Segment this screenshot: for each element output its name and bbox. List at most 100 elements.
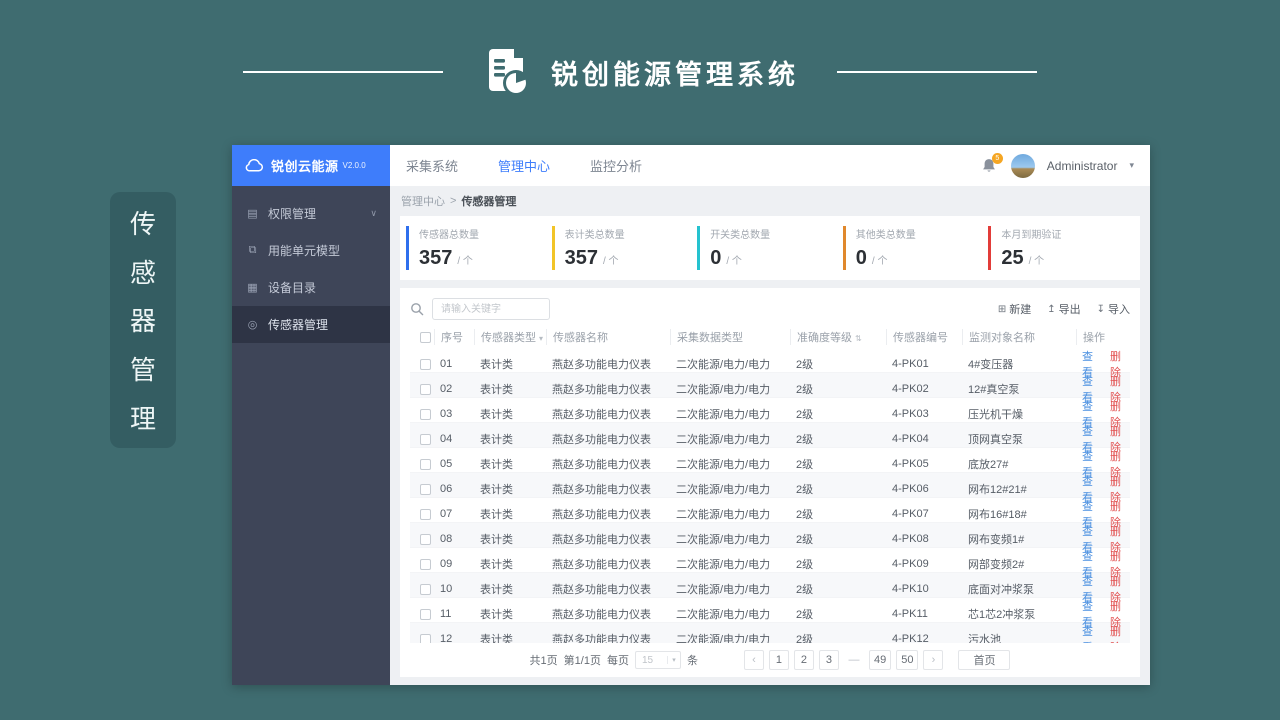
stats-panel: 传感器总数量 357 / 个 表计类总数量 357 / 个 开关类总数量 0 /… — [400, 216, 1140, 280]
column-header-2[interactable]: 传感器名称 — [546, 329, 670, 345]
column-header-0[interactable]: 序号 — [434, 329, 474, 345]
per-page-select[interactable]: 15 ▾ — [634, 651, 681, 669]
avatar[interactable] — [1010, 153, 1035, 178]
page-number-button[interactable]: 1 — [768, 650, 789, 670]
row-select-cell — [410, 533, 434, 545]
delete-link[interactable]: 删除 — [1110, 623, 1130, 643]
next-page-button[interactable]: › — [923, 650, 944, 670]
side-tag-char: 感 — [129, 257, 156, 288]
row-select-cell — [410, 358, 434, 370]
row-checkbox[interactable] — [419, 358, 431, 370]
cell-target-name: 底面对冲浆泵 — [968, 584, 1034, 596]
cell-sensor-name: 燕赵多功能电力仪表 — [552, 359, 651, 371]
stat-value: 357 — [564, 247, 598, 269]
import-button-label: 导入 — [1108, 304, 1130, 316]
sidebar: 锐创云能源 V2.0.0 ▤ 权限管理 ∨ ⧉ 用能单元模型 ∨ ▦ 设备目录 … — [232, 145, 390, 685]
stat-value: 0 — [710, 247, 722, 269]
cell-no: 06 — [440, 483, 453, 495]
row-checkbox[interactable] — [419, 433, 431, 445]
user-menu-chevron-down-icon[interactable]: ▾ — [1129, 160, 1134, 171]
username[interactable]: Administrator — [1047, 159, 1118, 173]
export-icon: ↥ — [1047, 303, 1056, 315]
sidebar-item-1[interactable]: ⧉ 用能单元模型 ∨ — [232, 232, 390, 269]
row-select-cell — [410, 633, 434, 643]
cloud-icon — [245, 158, 264, 172]
side-tag-char: 管 — [129, 355, 156, 386]
device-catalog-icon: ▦ — [247, 282, 258, 294]
cell-sensor-type: 表计类 — [480, 459, 513, 471]
sort-icon[interactable]: ⇅ — [855, 334, 862, 343]
new-button[interactable]: ⊞ 新建 — [998, 301, 1031, 317]
cell-data-type: 二次能源/电力/电力 — [676, 484, 771, 496]
page-number-button[interactable]: 50 — [896, 650, 919, 670]
page-number-button[interactable]: 2 — [793, 650, 814, 670]
cell-target-name: 网布16#18# — [968, 509, 1027, 521]
table-row: 01 表计类 燕赵多功能电力仪表 二次能源/电力/电力 2级 4-PK01 4#… — [410, 348, 1130, 379]
toolbar-buttons: ⊞ 新建 ↥ 导出 ↧ 导入 — [998, 301, 1130, 317]
search-box — [410, 298, 550, 320]
row-select-cell — [410, 608, 434, 620]
row-checkbox[interactable] — [419, 583, 431, 595]
column-header-1[interactable]: 传感器类型 ▾ — [474, 329, 546, 345]
column-header-3[interactable]: 采集数据类型 — [670, 329, 790, 345]
sidebar-item-3[interactable]: ◎ 传感器管理 ∨ — [232, 306, 390, 343]
row-checkbox[interactable] — [419, 558, 431, 570]
sidebar-item-label: 用能单元模型 — [268, 244, 341, 258]
stat-label: 其他类总数量 — [855, 230, 916, 241]
column-header-6[interactable]: 监测对象名称 — [962, 329, 1076, 345]
cell-accuracy: 2级 — [796, 459, 814, 471]
row-checkbox[interactable] — [419, 608, 431, 620]
row-select-cell — [410, 508, 434, 520]
notification-bell-icon[interactable]: 5 — [981, 152, 1003, 175]
cell-data-type: 二次能源/电力/电力 — [676, 534, 771, 546]
column-header-7[interactable]: 操作 — [1076, 329, 1130, 345]
column-header-5[interactable]: 传感器编号 — [886, 329, 962, 345]
row-checkbox[interactable] — [419, 508, 431, 520]
pagination: 共1页 第1/1页 每页 15 ▾ 条 ‹ 1 2 3—49 50 › 首页 — [410, 650, 1130, 670]
cell-sensor-name: 燕赵多功能电力仪表 — [552, 434, 651, 446]
view-link[interactable]: 查看 — [1082, 623, 1102, 643]
column-header-4[interactable]: 准确度等级 ⇅ — [790, 329, 886, 345]
sidebar-item-2[interactable]: ▦ 设备目录 ∨ — [232, 269, 390, 306]
column-header-label: 序号 — [441, 332, 463, 344]
table-row: 03 表计类 燕赵多功能电力仪表 二次能源/电力/电力 2级 4-PK03 压光… — [410, 398, 1130, 429]
sidebar-item-0[interactable]: ▤ 权限管理 ∨ — [232, 195, 390, 232]
home-page-button[interactable]: 首页 — [958, 650, 1011, 670]
row-checkbox[interactable] — [419, 383, 431, 395]
cell-accuracy: 2级 — [796, 409, 814, 421]
breadcrumb-separator: > — [450, 195, 457, 207]
select-all-checkbox[interactable] — [419, 331, 431, 343]
banner-title: 锐创能源管理系统 — [551, 59, 799, 90]
cell-sensor-name: 燕赵多功能电力仪表 — [552, 609, 651, 621]
cell-accuracy: 2级 — [796, 509, 814, 521]
table-row: 11 表计类 燕赵多功能电力仪表 二次能源/电力/电力 2级 4-PK11 芯1… — [410, 598, 1130, 629]
page-number-button[interactable]: 3 — [818, 650, 839, 670]
row-checkbox[interactable] — [419, 458, 431, 470]
tab-1[interactable]: 管理中心 — [498, 156, 550, 175]
import-button[interactable]: ↧ 导入 — [1097, 301, 1130, 317]
sidebar-item-label: 权限管理 — [268, 207, 317, 221]
tab-2[interactable]: 监控分析 — [590, 156, 642, 175]
row-checkbox[interactable] — [419, 408, 431, 420]
row-checkbox[interactable] — [419, 633, 431, 643]
topnav: 采集系统 管理中心 监控分析 5 Administrator ▾ — [390, 145, 1150, 186]
stat-label: 表计类总数量 — [564, 230, 625, 241]
cell-data-type: 二次能源/电力/电力 — [676, 359, 771, 371]
cell-sensor-code: 4-PK07 — [892, 508, 929, 520]
tab-0[interactable]: 采集系统 — [406, 156, 458, 175]
search-input[interactable] — [432, 298, 550, 320]
cell-data-type: 二次能源/电力/电力 — [676, 609, 771, 621]
prev-page-button[interactable]: ‹ — [743, 650, 764, 670]
stat-unit: / 个 — [602, 256, 619, 267]
cell-target-name: 网布12#21# — [968, 484, 1027, 496]
cell-accuracy: 2级 — [796, 359, 814, 371]
cell-sensor-code: 4-PK06 — [892, 483, 929, 495]
row-checkbox[interactable] — [419, 533, 431, 545]
export-button-label: 导出 — [1058, 304, 1081, 316]
row-checkbox[interactable] — [419, 483, 431, 495]
page-number-button[interactable]: 49 — [868, 650, 892, 670]
breadcrumb-parent[interactable]: 管理中心 — [401, 193, 445, 209]
export-button[interactable]: ↥ 导出 — [1047, 301, 1080, 317]
new-button-label: 新建 — [1009, 304, 1032, 316]
filter-icon[interactable]: ▾ — [539, 334, 543, 343]
